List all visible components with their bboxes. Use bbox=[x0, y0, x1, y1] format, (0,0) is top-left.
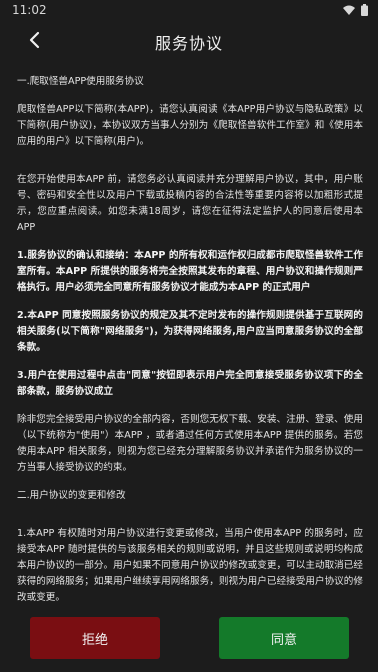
battery-icon bbox=[361, 4, 368, 16]
agreement-paragraph: 在您开始使用本APP 前，请您务必认真阅读并充分理解用户协议，其中，用户账号、密… bbox=[17, 174, 363, 233]
status-bar: 11:02 bbox=[0, 0, 378, 20]
section-heading: 一.爬取怪兽APP使用服务协议 bbox=[17, 76, 144, 87]
section-heading: 二.用户协议的变更和修改 bbox=[17, 490, 126, 501]
agreement-paragraph: 2.本APP 同意按照服务协议的规定及其不定时发布的操作规则提供基于互联网的相关… bbox=[17, 310, 363, 353]
bottom-action-bar: 拒绝 同意 bbox=[0, 606, 378, 672]
reject-button[interactable]: 拒绝 bbox=[30, 617, 160, 659]
agreement-paragraph: 爬取怪兽APP以下简称(本APP)，请您认真阅读《本APP用户协议与隐私政策》以… bbox=[17, 104, 363, 147]
agreement-paragraph: 1.服务协议的确认和接纳：本APP 的所有权和运作权归成都市爬取怪兽软件工作室所… bbox=[17, 250, 363, 293]
app-bar: 服务协议 bbox=[0, 20, 378, 62]
agree-button[interactable]: 同意 bbox=[219, 617, 349, 659]
wifi-icon bbox=[343, 5, 355, 15]
status-time: 11:02 bbox=[12, 3, 47, 17]
agreement-paragraph: 3.用户在使用过程中点击"同意"按钮即表示用户完全同意接受服务协议项下的全部条款… bbox=[17, 370, 363, 397]
page-title: 服务协议 bbox=[154, 34, 223, 53]
agreement-content[interactable]: 一.爬取怪兽APP使用服务协议 爬取怪兽APP以下简称(本APP)，请您认真阅读… bbox=[17, 74, 363, 610]
agreement-paragraph: 除非您完全接受用户协议的全部内容，否则您无权下载、安装、注册、登录、使用（以下统… bbox=[17, 414, 363, 473]
agreement-paragraph: 1.本APP 有权随时对用户协议进行变更或修改，当用户使用本APP 的服务时，应… bbox=[17, 528, 363, 603]
status-icons bbox=[343, 4, 368, 16]
